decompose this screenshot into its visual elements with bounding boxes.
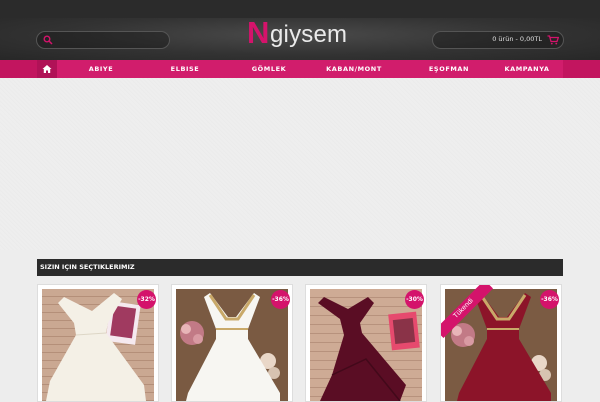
search-input[interactable] (57, 33, 161, 45)
site-logo[interactable]: N giysem (247, 15, 357, 60)
discount-badge: -36% (540, 290, 559, 309)
product-image[interactable] (42, 289, 154, 401)
search-icon[interactable] (43, 35, 53, 45)
discount-badge: -30% (405, 290, 424, 309)
hero-slider-area (0, 78, 600, 250)
nav-item-elbise[interactable]: ELBISE (157, 60, 213, 78)
logo-initial: N (247, 15, 270, 50)
nav-item-kampanya[interactable]: KAMPANYA (493, 60, 561, 78)
product-card[interactable]: -32% (37, 284, 159, 402)
home-icon (42, 65, 52, 73)
nav-bar: ABIYE ELBISE GÖMLEK KABAN/MONT EŞOFMAN K… (37, 60, 563, 78)
cart-summary: 0 ürün - 0,00TL (492, 35, 542, 43)
search-box[interactable] (36, 31, 170, 49)
product-card[interactable]: -36% (171, 284, 293, 402)
product-image[interactable] (310, 289, 422, 401)
site-header: N giysem 0 ürün - 0,00TL (0, 15, 600, 60)
nav-home-button[interactable] (37, 60, 57, 78)
logo-text: giysem (270, 21, 348, 48)
nav-item-esofman[interactable]: EŞOFMAN (419, 60, 479, 78)
discount-badge: -32% (137, 290, 156, 309)
cart-button[interactable]: 0 ürün - 0,00TL (432, 31, 564, 49)
nav-item-gomlek[interactable]: GÖMLEK (241, 60, 297, 78)
section-title: SIZIN IÇIN SEÇTIKLERIMIZ (40, 263, 135, 271)
product-card[interactable]: -30% (305, 284, 427, 402)
product-grid: -32% -36% -30% Tükendi -36% (37, 284, 563, 402)
discount-badge: -36% (271, 290, 290, 309)
section-header: SIZIN IÇIN SEÇTIKLERIMIZ (37, 259, 563, 276)
cart-icon (547, 35, 559, 45)
nav-item-kaban-mont[interactable]: KABAN/MONT (318, 60, 390, 78)
product-card[interactable]: Tükendi -36% (440, 284, 562, 402)
top-strip (0, 0, 600, 18)
product-image[interactable] (176, 289, 288, 401)
main-nav: ABIYE ELBISE GÖMLEK KABAN/MONT EŞOFMAN K… (0, 60, 600, 78)
nav-item-abiye[interactable]: ABIYE (73, 60, 129, 78)
